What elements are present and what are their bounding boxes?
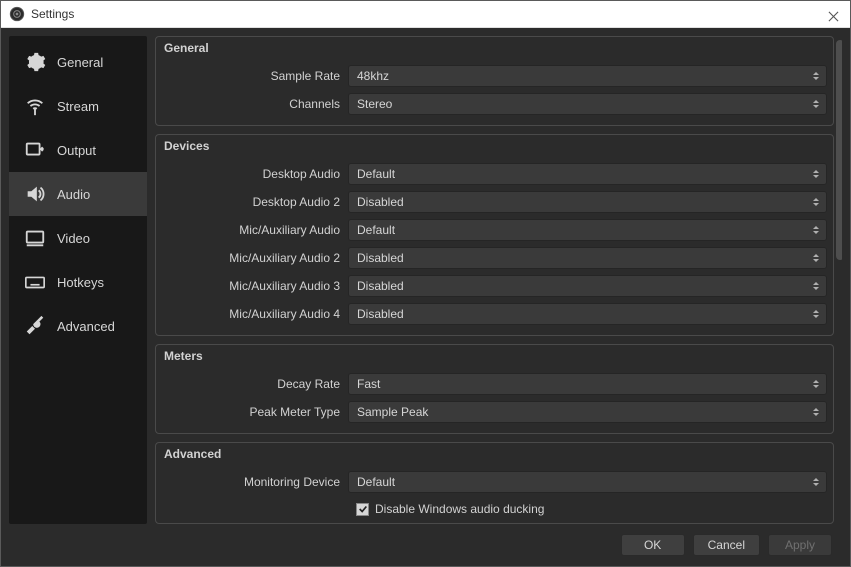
label-mic-aux-2: Mic/Auxiliary Audio 2: [162, 251, 348, 265]
group-title: Advanced: [164, 447, 221, 461]
sidebar-item-stream[interactable]: Stream: [9, 84, 147, 128]
dropdown-value: Stereo: [349, 97, 392, 111]
groupbox-devices: Devices Desktop Audio Default Desktop Au…: [155, 134, 834, 336]
dropdown-decay-rate[interactable]: Fast: [348, 373, 827, 395]
broadcast-icon: [23, 94, 47, 118]
dropdown-value: Default: [349, 223, 395, 237]
close-button[interactable]: [824, 7, 842, 25]
sidebar-item-advanced[interactable]: Advanced: [9, 304, 147, 348]
dropdown-desktop-audio[interactable]: Default: [348, 163, 827, 185]
settings-window: Settings General Stream: [0, 0, 851, 567]
group-title: Meters: [164, 349, 203, 363]
titlebar: Settings: [1, 1, 850, 28]
dropdown-value: 48khz: [349, 69, 389, 83]
label-mic-aux-4: Mic/Auxiliary Audio 4: [162, 307, 348, 321]
sidebar-item-general[interactable]: General: [9, 40, 147, 84]
sidebar-item-label: Video: [57, 231, 90, 246]
dropdown-mic-aux[interactable]: Default: [348, 219, 827, 241]
dropdown-desktop-audio-2[interactable]: Disabled: [348, 191, 827, 213]
audio-icon: [23, 182, 47, 206]
apply-button[interactable]: Apply: [768, 534, 832, 556]
spinner-icon: [810, 403, 822, 421]
sidebar-item-hotkeys[interactable]: Hotkeys: [9, 260, 147, 304]
monitor-icon: [23, 226, 47, 250]
dropdown-monitoring-device[interactable]: Default: [348, 471, 827, 493]
dropdown-value: Disabled: [349, 307, 404, 321]
dropdown-mic-aux-3[interactable]: Disabled: [348, 275, 827, 297]
obs-icon: [9, 6, 25, 22]
label-decay-rate: Decay Rate: [162, 377, 348, 391]
dropdown-value: Default: [349, 475, 395, 489]
spinner-icon: [810, 375, 822, 393]
groupbox-general: General Sample Rate 48khz Channels Ster: [155, 36, 834, 126]
dropdown-value: Sample Peak: [349, 405, 428, 419]
dropdown-mic-aux-4[interactable]: Disabled: [348, 303, 827, 325]
dropdown-value: Disabled: [349, 251, 404, 265]
sidebar-item-label: Advanced: [57, 319, 115, 334]
spinner-icon: [810, 193, 822, 211]
sidebar-item-label: General: [57, 55, 103, 70]
dropdown-value: Disabled: [349, 195, 404, 209]
keyboard-icon: [23, 270, 47, 294]
sidebar-item-video[interactable]: Video: [9, 216, 147, 260]
scrollbar[interactable]: [836, 40, 842, 260]
main-area: General Stream Output: [9, 36, 842, 524]
label-peak-meter-type: Peak Meter Type: [162, 405, 348, 419]
checkbox-audio-ducking[interactable]: [356, 503, 369, 516]
ok-button[interactable]: OK: [621, 534, 685, 556]
label-desktop-audio-2: Desktop Audio 2: [162, 195, 348, 209]
output-icon: [23, 138, 47, 162]
sidebar-item-audio[interactable]: Audio: [9, 172, 147, 216]
body: General Stream Output: [1, 28, 850, 566]
label-desktop-audio: Desktop Audio: [162, 167, 348, 181]
label-monitoring-device: Monitoring Device: [162, 475, 348, 489]
cancel-button[interactable]: Cancel: [693, 534, 760, 556]
group-title: General: [164, 41, 209, 55]
sidebar-item-label: Hotkeys: [57, 275, 104, 290]
spinner-icon: [810, 249, 822, 267]
spinner-icon: [810, 305, 822, 323]
spinner-icon: [810, 473, 822, 491]
dropdown-sample-rate[interactable]: 48khz: [348, 65, 827, 87]
label-mic-aux-3: Mic/Auxiliary Audio 3: [162, 279, 348, 293]
spinner-icon: [810, 67, 822, 85]
sidebar-item-label: Audio: [57, 187, 90, 202]
content-wrap: General Sample Rate 48khz Channels Ster: [155, 36, 842, 524]
sidebar: General Stream Output: [9, 36, 147, 524]
label-channels: Channels: [162, 97, 348, 111]
gear-icon: [23, 50, 47, 74]
dropdown-mic-aux-2[interactable]: Disabled: [348, 247, 827, 269]
label-sample-rate: Sample Rate: [162, 69, 348, 83]
dropdown-peak-meter-type[interactable]: Sample Peak: [348, 401, 827, 423]
content: General Sample Rate 48khz Channels Ster: [155, 36, 842, 524]
groupbox-meters: Meters Decay Rate Fast Peak Meter Type: [155, 344, 834, 434]
dropdown-value: Fast: [349, 377, 380, 391]
tools-icon: [23, 314, 47, 338]
sidebar-item-output[interactable]: Output: [9, 128, 147, 172]
groupbox-advanced: Advanced Monitoring Device Default: [155, 442, 834, 524]
sidebar-item-label: Output: [57, 143, 96, 158]
dropdown-value: Disabled: [349, 279, 404, 293]
sidebar-item-label: Stream: [57, 99, 99, 114]
window-title: Settings: [31, 7, 74, 21]
label-mic-aux: Mic/Auxiliary Audio: [162, 223, 348, 237]
label-audio-ducking: Disable Windows audio ducking: [375, 502, 544, 516]
dropdown-value: Default: [349, 167, 395, 181]
dropdown-channels[interactable]: Stereo: [348, 93, 827, 115]
footer: OK Cancel Apply: [9, 524, 842, 558]
spinner-icon: [810, 95, 822, 113]
spinner-icon: [810, 221, 822, 239]
spinner-icon: [810, 165, 822, 183]
group-title: Devices: [164, 139, 209, 153]
spinner-icon: [810, 277, 822, 295]
